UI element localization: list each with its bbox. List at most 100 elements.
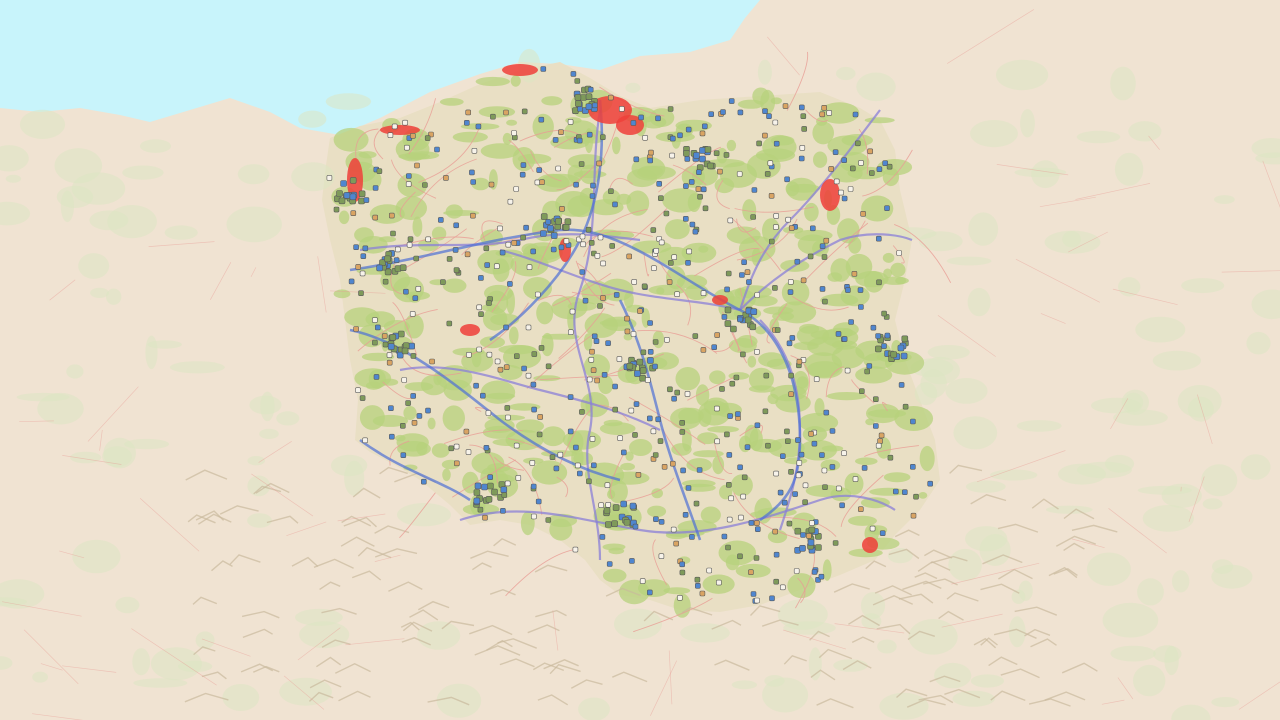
site-point[interactable] — [881, 343, 887, 349]
site-point[interactable] — [486, 300, 492, 306]
site-point[interactable] — [869, 525, 876, 532]
site-point[interactable] — [841, 450, 847, 457]
site-point[interactable] — [464, 251, 471, 258]
site-point[interactable] — [685, 259, 691, 266]
site-point[interactable] — [388, 433, 395, 440]
site-point[interactable] — [567, 428, 574, 435]
site-point[interactable] — [669, 135, 676, 142]
site-point[interactable] — [832, 540, 839, 546]
site-point[interactable] — [674, 389, 681, 396]
site-point[interactable] — [854, 140, 861, 147]
site-point[interactable] — [653, 248, 660, 254]
site-point[interactable] — [651, 265, 657, 272]
site-point[interactable] — [692, 228, 699, 235]
site-point[interactable] — [701, 123, 708, 130]
site-point[interactable] — [744, 444, 751, 451]
site-point[interactable] — [800, 113, 807, 119]
site-point[interactable] — [728, 98, 735, 104]
site-point[interactable] — [685, 485, 692, 491]
site-point[interactable] — [689, 534, 695, 540]
site-point[interactable] — [477, 506, 484, 513]
site-point[interactable] — [819, 452, 825, 458]
site-point[interactable] — [719, 386, 725, 392]
site-point[interactable] — [799, 544, 806, 552]
site-point[interactable] — [700, 186, 707, 193]
site-point[interactable] — [754, 348, 760, 355]
site-point[interactable] — [497, 225, 503, 232]
site-point[interactable] — [562, 224, 570, 231]
site-point[interactable] — [401, 347, 409, 355]
site-point[interactable] — [845, 287, 851, 293]
site-point[interactable] — [503, 324, 509, 331]
site-point[interactable] — [572, 546, 579, 553]
site-point[interactable] — [765, 442, 771, 449]
site-point[interactable] — [819, 243, 826, 249]
site-point[interactable] — [910, 512, 917, 519]
site-point[interactable] — [485, 410, 492, 416]
site-point[interactable] — [652, 363, 658, 370]
site-point[interactable] — [876, 279, 882, 286]
site-point[interactable] — [520, 162, 527, 168]
site-point[interactable] — [847, 186, 854, 192]
site-point[interactable] — [567, 329, 574, 336]
site-point[interactable] — [362, 437, 368, 444]
site-point[interactable] — [788, 391, 794, 398]
site-point[interactable] — [358, 290, 364, 297]
site-point[interactable] — [738, 514, 744, 521]
site-point[interactable] — [661, 463, 668, 470]
site-point[interactable] — [557, 451, 564, 458]
site-point[interactable] — [599, 134, 606, 140]
site-point[interactable] — [870, 324, 877, 331]
site-point[interactable] — [788, 225, 795, 231]
site-point[interactable] — [446, 320, 453, 327]
site-point[interactable] — [425, 236, 432, 243]
site-point[interactable] — [700, 290, 707, 297]
site-point[interactable] — [852, 476, 859, 482]
site-point[interactable] — [724, 320, 732, 327]
site-point[interactable] — [513, 442, 520, 449]
site-point[interactable] — [636, 358, 644, 366]
site-point[interactable] — [491, 488, 498, 496]
site-point[interactable] — [355, 387, 361, 394]
site-point[interactable] — [599, 534, 606, 540]
site-point[interactable] — [657, 195, 664, 201]
site-point[interactable] — [685, 126, 692, 133]
site-point[interactable] — [505, 414, 511, 421]
site-point[interactable] — [592, 102, 598, 109]
site-point[interactable] — [547, 224, 554, 232]
site-point[interactable] — [656, 181, 663, 187]
site-point[interactable] — [648, 149, 654, 156]
site-point[interactable] — [724, 306, 732, 314]
site-point[interactable] — [465, 109, 472, 116]
site-point[interactable] — [799, 145, 806, 151]
site-point[interactable] — [822, 298, 828, 305]
site-point[interactable] — [620, 500, 628, 508]
site-point[interactable] — [453, 460, 460, 467]
site-point[interactable] — [609, 243, 616, 249]
site-point[interactable] — [504, 480, 511, 487]
site-point[interactable] — [746, 279, 752, 285]
site-point[interactable] — [821, 254, 828, 260]
site-point[interactable] — [708, 111, 715, 117]
site-point[interactable] — [740, 493, 747, 500]
site-point[interactable] — [815, 544, 822, 551]
site-point[interactable] — [399, 422, 406, 429]
site-point[interactable] — [773, 551, 780, 558]
site-point[interactable] — [679, 429, 686, 435]
site-point[interactable] — [521, 365, 527, 372]
site-point[interactable] — [588, 240, 595, 246]
site-point[interactable] — [729, 380, 736, 387]
site-point[interactable] — [789, 335, 796, 341]
site-point[interactable] — [505, 241, 512, 248]
site-point[interactable] — [629, 558, 635, 564]
site-point[interactable] — [828, 166, 835, 172]
site-point[interactable] — [679, 569, 686, 576]
site-point[interactable] — [772, 285, 778, 291]
site-point[interactable] — [832, 149, 839, 155]
site-point[interactable] — [772, 119, 779, 126]
site-point[interactable] — [340, 180, 347, 187]
site-point[interactable] — [807, 539, 815, 546]
site-point[interactable] — [913, 493, 919, 500]
site-point[interactable] — [540, 66, 547, 72]
site-point[interactable] — [424, 135, 431, 141]
